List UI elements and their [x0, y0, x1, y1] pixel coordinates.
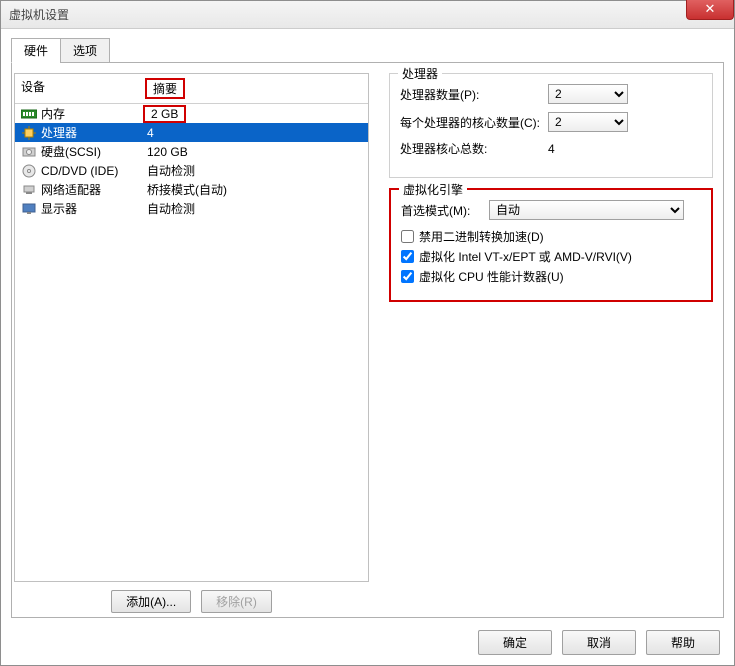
virtualize-vtx-checkbox[interactable] — [401, 250, 414, 263]
summary-label: 4 — [147, 126, 362, 140]
hw-row-network[interactable]: 网络适配器 桥接模式(自动) — [15, 180, 368, 199]
processors-group: 处理器 处理器数量(P): 2 每个处理器的核心数量(C): 2 处理器核心总数… — [389, 73, 713, 178]
close-button[interactable]: ✕ — [686, 0, 734, 20]
preferred-mode-select[interactable]: 自动 — [489, 200, 684, 220]
preferred-mode-label: 首选模式(M): — [401, 202, 481, 219]
settings-window: 虚拟机设置 ✕ 硬件 选项 设备 摘要 内存 2 GB — [0, 0, 735, 666]
total-cores-value: 4 — [548, 142, 702, 156]
monitor-icon — [21, 201, 37, 217]
titlebar: 虚拟机设置 ✕ — [1, 1, 734, 29]
cd-icon — [21, 163, 37, 179]
group-title: 处理器 — [398, 65, 442, 82]
device-label: 处理器 — [41, 124, 147, 141]
virtualize-perf-checkbox[interactable] — [401, 270, 414, 283]
cores-per-proc-label: 每个处理器的核心数量(C): — [400, 114, 540, 131]
add-button[interactable]: 添加(A)... — [111, 590, 191, 613]
virtualize-perf-label: 虚拟化 CPU 性能计数器(U) — [419, 268, 564, 285]
virtualization-engine-group: 虚拟化引擎 首选模式(M): 自动 禁用二进制转换加速(D) 虚拟化 Intel… — [389, 188, 713, 302]
header-summary: 摘要 — [143, 74, 368, 103]
device-label: 硬盘(SCSI) — [41, 143, 147, 160]
main-panel: 设备 摘要 内存 2 GB 处理器 4 — [11, 63, 724, 618]
hw-row-disk[interactable]: 硬盘(SCSI) 120 GB — [15, 142, 368, 161]
processor-count-select[interactable]: 2 — [548, 84, 628, 104]
summary-label: 桥接模式(自动) — [147, 181, 362, 198]
summary-label: 120 GB — [147, 145, 362, 159]
hw-row-processor[interactable]: 处理器 4 — [15, 123, 368, 142]
tab-hardware[interactable]: 硬件 — [11, 38, 61, 63]
virtualize-vtx-label: 虚拟化 Intel VT-x/EPT 或 AMD-V/RVI(V) — [419, 248, 632, 265]
summary-label: 2 GB — [147, 105, 362, 123]
hw-row-display[interactable]: 显示器 自动检测 — [15, 199, 368, 218]
tab-bar: 硬件 选项 — [11, 37, 724, 63]
device-label: 显示器 — [41, 200, 147, 217]
hardware-list-header: 设备 摘要 — [15, 74, 368, 104]
window-title: 虚拟机设置 — [9, 6, 69, 23]
device-label: CD/DVD (IDE) — [41, 164, 147, 178]
total-cores-label: 处理器核心总数: — [400, 140, 540, 157]
cores-per-proc-select[interactable]: 2 — [548, 112, 628, 132]
hw-row-memory[interactable]: 内存 2 GB — [15, 104, 368, 123]
summary-label: 自动检测 — [147, 200, 362, 217]
summary-label: 自动检测 — [147, 162, 362, 179]
dialog-footer: 确定 取消 帮助 — [478, 630, 720, 655]
header-device: 设备 — [15, 74, 143, 103]
group-title: 虚拟化引擎 — [399, 181, 467, 198]
network-icon — [21, 182, 37, 198]
device-label: 内存 — [41, 105, 147, 122]
remove-button[interactable]: 移除(R) — [201, 590, 272, 613]
device-label: 网络适配器 — [41, 181, 147, 198]
hardware-buttons: 添加(A)... 移除(R) — [14, 590, 369, 613]
disk-icon — [21, 144, 37, 160]
hardware-panel: 设备 摘要 内存 2 GB 处理器 4 — [14, 73, 369, 613]
cancel-button[interactable]: 取消 — [562, 630, 636, 655]
cpu-icon — [21, 125, 37, 141]
help-button[interactable]: 帮助 — [646, 630, 720, 655]
processor-count-label: 处理器数量(P): — [400, 86, 540, 103]
hardware-list: 设备 摘要 内存 2 GB 处理器 4 — [14, 73, 369, 582]
disable-binary-checkbox[interactable] — [401, 230, 414, 243]
ok-button[interactable]: 确定 — [478, 630, 552, 655]
hw-row-cddvd[interactable]: CD/DVD (IDE) 自动检测 — [15, 161, 368, 180]
memory-icon — [21, 106, 37, 122]
content-area: 硬件 选项 设备 摘要 内存 2 GB 处理器 — [1, 29, 734, 628]
details-panel: 处理器 处理器数量(P): 2 每个处理器的核心数量(C): 2 处理器核心总数… — [381, 73, 721, 613]
tab-options[interactable]: 选项 — [60, 38, 110, 63]
disable-binary-label: 禁用二进制转换加速(D) — [419, 228, 544, 245]
